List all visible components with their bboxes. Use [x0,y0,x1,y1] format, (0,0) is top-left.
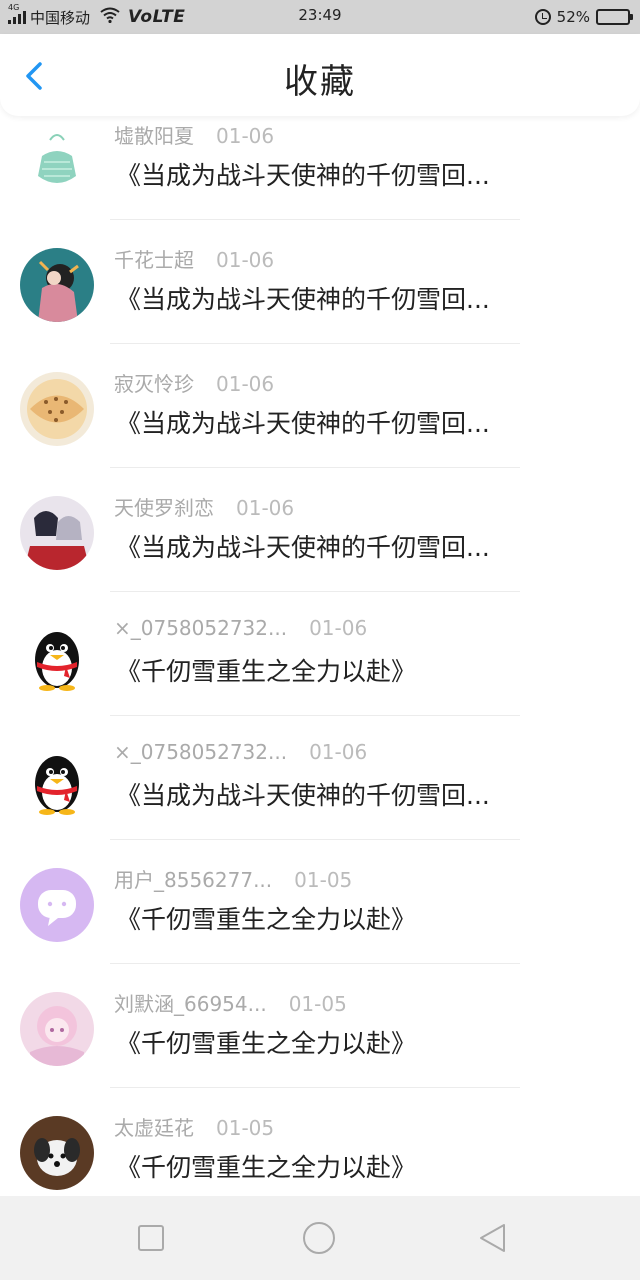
user-name[interactable]: 墟散阳夏 [114,120,194,149]
favorite-date: 01-06 [309,740,368,764]
user-name[interactable]: 寂灭怜珍 [114,368,194,397]
user-name[interactable]: 用户_8556277... [114,864,272,893]
favorites-list[interactable]: 墟散阳夏 01-06 《当成为战斗天使神的千仞雪回... 千花士超 01-06 《当成为战… [0,116,640,1196]
list-divider [110,219,520,220]
recent-apps-button[interactable] [133,1220,169,1256]
favorite-content[interactable]: 《当成为战斗天使神的千仞雪回... [116,776,596,812]
battery-percent: 52% [556,8,590,26]
favorite-date: 01-06 [309,616,368,640]
user-name[interactable]: 天使罗刹恋 [114,492,214,521]
qq-penguin-avatar[interactable] [20,620,94,694]
favorite-item[interactable]: 刘默涵_66954... 01-05 《千仞雪重生之全力以赴》 [0,978,640,1102]
page-title: 收藏 [284,62,356,102]
favorite-date: 01-05 [216,1116,275,1140]
favorite-item[interactable]: 用户_8556277... 01-05 《千仞雪重生之全力以赴》 [0,854,640,978]
favorite-meta: 用户_8556277... 01-05 [114,864,352,893]
favorite-item[interactable]: 太虚廷花 01-05 《千仞雪重生之全力以赴》 [0,1102,640,1196]
circle-icon [303,1222,335,1254]
favorite-content[interactable]: 《千仞雪重生之全力以赴》 [116,1024,596,1060]
qq-penguin-avatar[interactable] [20,744,94,818]
favorite-meta: 墟散阳夏 01-06 [114,120,274,149]
puppy-avatar[interactable] [20,1116,94,1190]
favorite-item[interactable]: 千花士超 01-06 《当成为战斗天使神的千仞雪回... [0,234,640,358]
home-button[interactable] [301,1220,337,1256]
favorite-item[interactable]: 墟散阳夏 01-06 《当成为战斗天使神的千仞雪回... [0,116,640,234]
favorite-item[interactable]: ×_0758052732... 01-06 《千仞雪重生之全力以赴》 [0,606,640,730]
user-name[interactable]: 太虚廷花 [114,1112,194,1141]
anime-girl-avatar[interactable] [20,248,94,322]
back-nav-button[interactable] [474,1220,510,1256]
favorite-content[interactable]: 《当成为战斗天使神的千仞雪回... [116,528,596,564]
favorite-meta: ×_0758052732... 01-06 [114,740,367,764]
navigation-bar [0,1196,640,1280]
favorite-content[interactable]: 《当成为战斗天使神的千仞雪回... [116,280,596,316]
list-divider [110,467,520,468]
list-divider [110,715,520,716]
favorite-content[interactable]: 《千仞雪重生之全力以赴》 [116,900,596,936]
list-divider [110,1087,520,1088]
seashell-avatar[interactable] [20,372,94,446]
list-divider [110,591,520,592]
favorite-date: 01-06 [236,496,295,520]
user-name[interactable]: 千花士超 [114,244,194,273]
anime-couple-avatar[interactable] [20,496,94,570]
list-divider [110,343,520,344]
alarm-icon [534,9,551,25]
favorite-item[interactable]: ×_0758052732... 01-06 《当成为战斗天使神的千仞雪回... [0,730,640,854]
user-name[interactable]: 刘默涵_66954... [114,988,267,1017]
favorite-content[interactable]: 《千仞雪重生之全力以赴》 [116,652,596,688]
favorite-item[interactable]: 寂灭怜珍 01-06 《当成为战斗天使神的千仞雪回... [0,358,640,482]
status-bar: 4G 中国移动 VoLTE 23:49 52% [0,0,640,34]
favorite-meta: 天使罗刹恋 01-06 [114,492,294,521]
favorite-content[interactable]: 《当成为战斗天使神的千仞雪回... [116,404,596,440]
favorite-meta: 千花士超 01-06 [114,244,274,273]
favorite-content[interactable]: 《当成为战斗天使神的千仞雪回... [116,156,596,192]
favorite-date: 01-05 [294,868,353,892]
list-divider [110,963,520,964]
list-divider [110,839,520,840]
status-right: 52% [534,5,633,29]
favorite-date: 01-06 [216,248,275,272]
favorite-item[interactable]: 天使罗刹恋 01-06 《当成为战斗天使神的千仞雪回... [0,482,640,606]
favorite-meta: ×_0758052732... 01-06 [114,616,367,640]
favorite-meta: 刘默涵_66954... 01-05 [114,988,347,1017]
user-name[interactable]: ×_0758052732... [114,740,287,764]
app-header: 收藏 [0,34,640,116]
battery-icon [596,9,633,25]
favorite-date: 01-06 [216,372,275,396]
favorite-meta: 太虚廷花 01-05 [114,1112,274,1141]
favorite-date: 01-05 [288,992,347,1016]
green-bag-avatar[interactable] [20,124,94,198]
favorite-date: 01-06 [216,124,275,148]
triangle-back-icon [480,1224,505,1252]
favorite-meta: 寂灭怜珍 01-06 [114,368,274,397]
pink-anime-avatar[interactable] [20,992,94,1066]
chat-bubble-avatar[interactable] [20,868,94,942]
square-icon [138,1225,164,1251]
user-name[interactable]: ×_0758052732... [114,616,287,640]
favorite-content[interactable]: 《千仞雪重生之全力以赴》 [116,1148,596,1184]
